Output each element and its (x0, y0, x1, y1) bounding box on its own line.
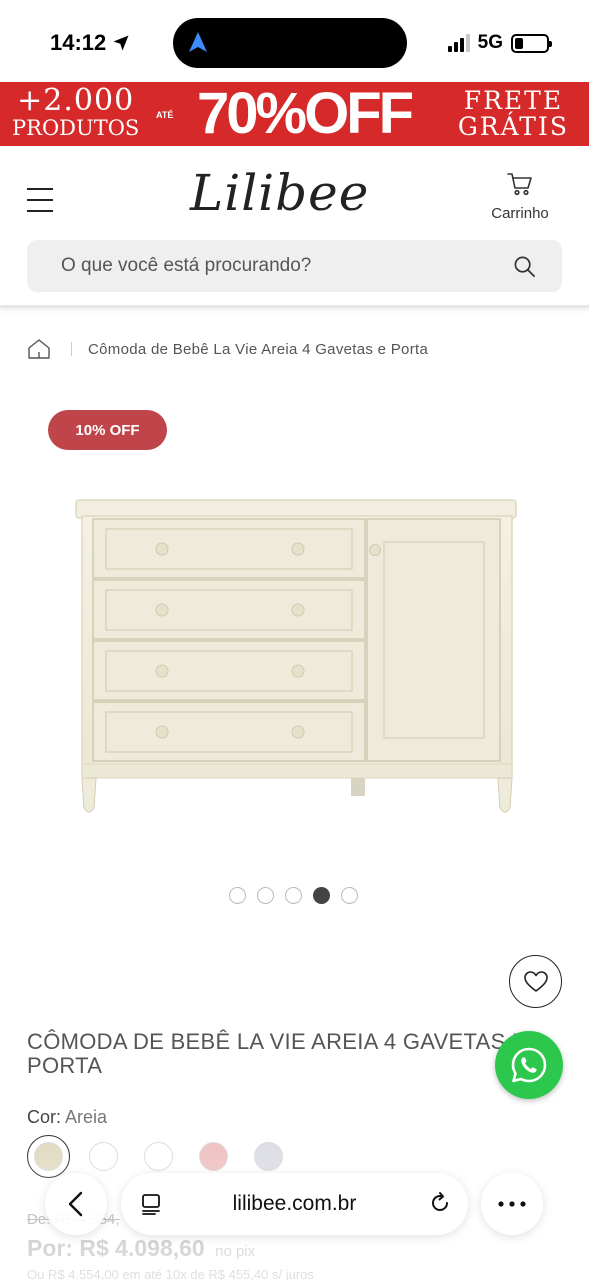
whatsapp-icon (511, 1047, 547, 1083)
cart-icon (507, 173, 532, 196)
promo-products-label: PRODUTOS (12, 116, 140, 140)
price-installments: Ou R$ 4.554,00 em até 10x de R$ 455,40 s… (27, 1267, 314, 1280)
discount-badge: 10% OFF (48, 410, 167, 450)
favorite-button[interactable] (509, 955, 562, 1008)
breadcrumb-separator (71, 342, 72, 356)
price-now-value: R$ 4.098,60 (79, 1235, 205, 1261)
swatch-color (89, 1142, 118, 1171)
site-logo[interactable]: Lilibee (190, 164, 369, 222)
address-bar[interactable]: lilibee.com.br (121, 1173, 468, 1235)
carousel-dot-active[interactable] (313, 887, 330, 904)
url-text: lilibee.com.br (232, 1192, 357, 1215)
dynamic-island (173, 18, 407, 68)
network-type: 5G (477, 32, 503, 53)
site-header: Lilibee Carrinho (0, 146, 589, 308)
cart-button[interactable]: Carrinho (485, 172, 555, 222)
carousel-dot[interactable] (341, 887, 358, 904)
price-now-suffix: no pix (215, 1243, 256, 1260)
color-swatches (27, 1135, 290, 1178)
status-time-text: 14:12 (50, 30, 107, 55)
signal-icon (447, 34, 470, 52)
swatch-color (199, 1142, 228, 1171)
promo-ate: ATÉ (156, 110, 174, 120)
status-bar: 14:12 5G (0, 0, 589, 82)
search-bar (27, 240, 562, 292)
promo-count: +2.000 (17, 83, 135, 118)
promo-frete: FRETE (463, 86, 564, 115)
promo-discount: 70%OFF (197, 81, 414, 146)
menu-line (27, 210, 53, 212)
swatch-color (254, 1142, 283, 1171)
cart-label: Carrinho (491, 205, 549, 222)
color-label: Cor: Areia (27, 1107, 107, 1128)
swatch-option[interactable] (137, 1135, 180, 1178)
chevron-left-icon (68, 1191, 83, 1217)
product-title: CÔMODA DE BEBÊ LA VIE AREIA 4 GAVETAS E … (27, 1029, 527, 1078)
swatch-areia[interactable] (27, 1135, 70, 1178)
menu-button[interactable] (27, 188, 53, 212)
promo-products: +2.000 PRODUTOS (12, 86, 139, 139)
reload-icon[interactable] (428, 1191, 452, 1215)
whatsapp-button[interactable] (495, 1031, 563, 1099)
heart-icon (523, 970, 548, 992)
breadcrumb: Cômoda de Bebê La Vie Areia 4 Gavetas e … (27, 338, 428, 360)
browser-back-button[interactable] (45, 1173, 107, 1235)
navigation-arrow-icon (189, 32, 207, 52)
search-icon[interactable] (513, 255, 536, 278)
browser-more-button[interactable] (481, 1173, 543, 1235)
search-input[interactable] (27, 240, 497, 292)
breadcrumb-current: Cômoda de Bebê La Vie Areia 4 Gavetas e … (88, 340, 429, 358)
carousel-dots (229, 887, 358, 904)
home-icon[interactable] (27, 338, 51, 360)
swatch-option[interactable] (192, 1135, 235, 1178)
swatch-option[interactable] (82, 1135, 125, 1178)
promo-gratis: GRÁTIS (457, 112, 569, 141)
swatch-option[interactable] (247, 1135, 290, 1178)
more-icon (498, 1201, 526, 1207)
carousel-dot[interactable] (285, 887, 302, 904)
product-image[interactable] (70, 490, 524, 825)
color-label-text: Cor: (27, 1107, 62, 1127)
menu-line (27, 199, 53, 201)
price-now-label: Por: (27, 1235, 73, 1261)
menu-line (27, 188, 53, 190)
color-value: Areia (65, 1107, 108, 1127)
battery-icon (511, 33, 552, 53)
swatch-color (144, 1142, 173, 1171)
status-time: 14:12 (50, 30, 130, 56)
carousel-dot[interactable] (257, 887, 274, 904)
carousel-dot[interactable] (229, 887, 246, 904)
swatch-color (34, 1142, 63, 1171)
status-right: 5G (447, 32, 552, 54)
location-arrow-icon (113, 35, 129, 51)
promo-shipping: FRETE GRÁTIS (458, 88, 569, 140)
promo-banner[interactable]: +2.000 PRODUTOS ATÉ 70%OFF FRETE GRÁTIS (0, 82, 589, 146)
price-now: Por: R$ 4.098,60 no pix (27, 1235, 255, 1262)
